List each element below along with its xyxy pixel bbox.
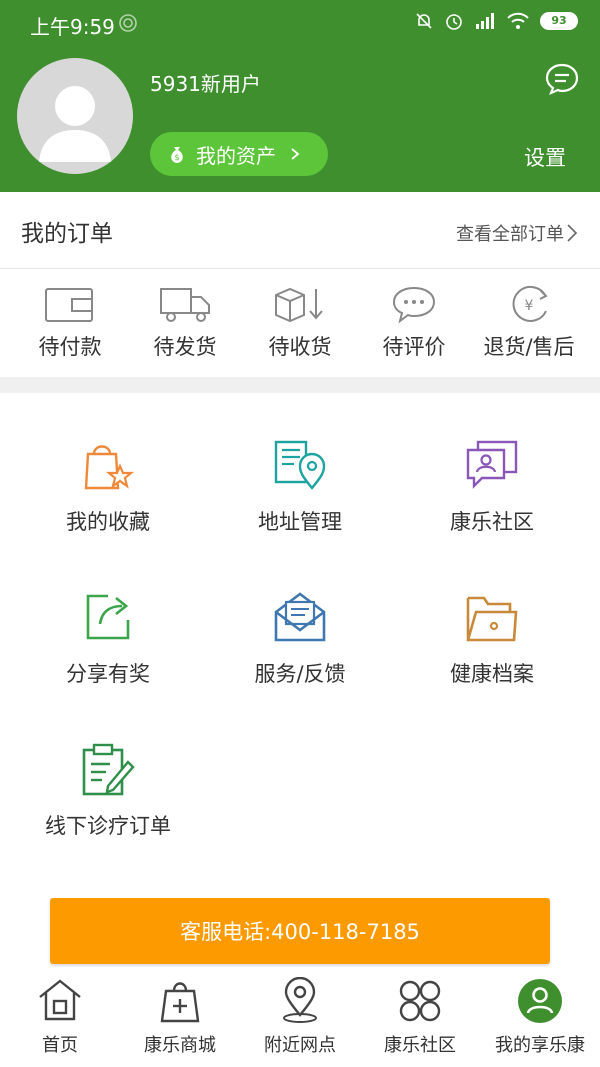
svg-text:$: $ [174, 153, 179, 162]
envelope-icon [274, 592, 326, 642]
tab-label: 康乐社区 [384, 1035, 456, 1056]
my-assets-label: 我的资产 [196, 143, 276, 168]
default-avatar-icon [39, 86, 111, 162]
feature-label: 我的收藏 [66, 510, 150, 534]
money-bag-icon: $ [171, 147, 183, 163]
tab-label: 康乐商城 [144, 1035, 216, 1056]
tab-community[interactable]: 康乐社区 [360, 967, 480, 1067]
feature-label: 分享有奖 [66, 662, 150, 686]
chevron-right-icon [291, 148, 300, 160]
wifi-icon [507, 12, 529, 29]
map-pin-doc-icon [274, 440, 326, 490]
chat-bubble-icon [392, 286, 436, 324]
feature-offline-clinic-orders[interactable]: 线下诊疗订单 [8, 742, 208, 882]
truck-icon [160, 288, 210, 322]
hotspot-icon [119, 14, 137, 32]
settings-button[interactable]: 设置 [524, 142, 566, 172]
clipboard-icon [82, 743, 135, 796]
view-all-orders-link[interactable]: 查看全部订单 [456, 220, 578, 246]
feature-address-management[interactable]: 地址管理 [200, 438, 400, 578]
feature-health-records[interactable]: 健康档案 [392, 590, 592, 730]
grid-circles-icon [399, 980, 441, 1022]
tab-my-account[interactable]: 我的享乐康 [480, 967, 600, 1067]
feature-label: 线下诊疗订单 [45, 814, 171, 838]
order-status-pending-review[interactable]: 待评价 [354, 269, 474, 377]
refund-icon: ¥ [512, 285, 548, 322]
bottom-tab-bar: 首页 康乐商城 附近网点 康乐社区 我的享乐康 [0, 967, 600, 1067]
status-time: 上午9:59 [30, 15, 115, 39]
community-icon [466, 440, 518, 489]
chevron-right-icon [567, 224, 578, 242]
profile-header: 上午9:59 93 5931新用户 $ 我的资产 设置 [0, 0, 600, 192]
package-arrow-icon [275, 287, 323, 323]
feature-label: 地址管理 [258, 510, 342, 534]
order-status-label: 待收货 [268, 335, 332, 359]
tab-label: 附近网点 [264, 1035, 336, 1056]
orders-section-header: 我的订单 查看全部订单 [0, 192, 600, 269]
mute-bell-icon [416, 13, 432, 29]
signal-icon [476, 13, 494, 29]
share-icon [86, 594, 130, 640]
order-status-row: 待付款 待发货 待收货 待评价 ¥ 退货/售后 [0, 269, 600, 377]
tab-home[interactable]: 首页 [0, 967, 120, 1067]
battery-indicator: 93 [540, 12, 578, 30]
username: 5931新用户 [150, 72, 261, 96]
tab-mall[interactable]: 康乐商城 [120, 967, 240, 1067]
order-status-label: 退货/售后 [483, 335, 575, 359]
message-icon[interactable] [544, 62, 580, 96]
order-status-pending-receipt[interactable]: 待收货 [240, 269, 360, 377]
profile-icon [518, 979, 562, 1023]
orders-title: 我的订单 [21, 221, 113, 247]
order-status-refund[interactable]: ¥ 退货/售后 [469, 269, 589, 377]
my-assets-button[interactable]: $ 我的资产 [150, 132, 328, 176]
order-status-label: 待付款 [38, 335, 102, 359]
wallet-icon [45, 288, 93, 322]
tab-label: 我的享乐康 [495, 1035, 585, 1056]
folder-icon [466, 596, 518, 642]
alarm-icon [446, 14, 462, 30]
feature-label: 服务/反馈 [254, 662, 346, 686]
avatar[interactable] [17, 58, 133, 174]
status-icons: 93 [414, 11, 578, 31]
tab-nearby[interactable]: 附近网点 [240, 967, 360, 1067]
svg-text:¥: ¥ [525, 298, 534, 314]
tab-label: 首页 [42, 1035, 78, 1056]
feature-label: 健康档案 [450, 662, 534, 686]
view-all-orders-label: 查看全部订单 [456, 224, 564, 245]
status-bar: 上午9:59 93 [0, 0, 600, 48]
feature-community[interactable]: 康乐社区 [392, 438, 592, 578]
order-status-pending-payment[interactable]: 待付款 [10, 269, 130, 377]
feature-service-feedback[interactable]: 服务/反馈 [200, 590, 400, 730]
feature-my-favorites[interactable]: 我的收藏 [8, 438, 208, 578]
bag-star-icon [84, 445, 135, 490]
shopping-bag-icon [160, 982, 200, 1023]
feature-share-reward[interactable]: 分享有奖 [8, 590, 208, 730]
order-status-pending-shipment[interactable]: 待发货 [125, 269, 245, 377]
feature-label: 康乐社区 [450, 510, 534, 534]
customer-service-hotline-button[interactable]: 客服电话:400-118-7185 [50, 898, 550, 964]
order-status-label: 待评价 [382, 335, 446, 359]
order-status-label: 待发货 [153, 335, 217, 359]
section-divider [0, 377, 600, 393]
home-icon [39, 979, 81, 1021]
location-icon [283, 977, 317, 1023]
